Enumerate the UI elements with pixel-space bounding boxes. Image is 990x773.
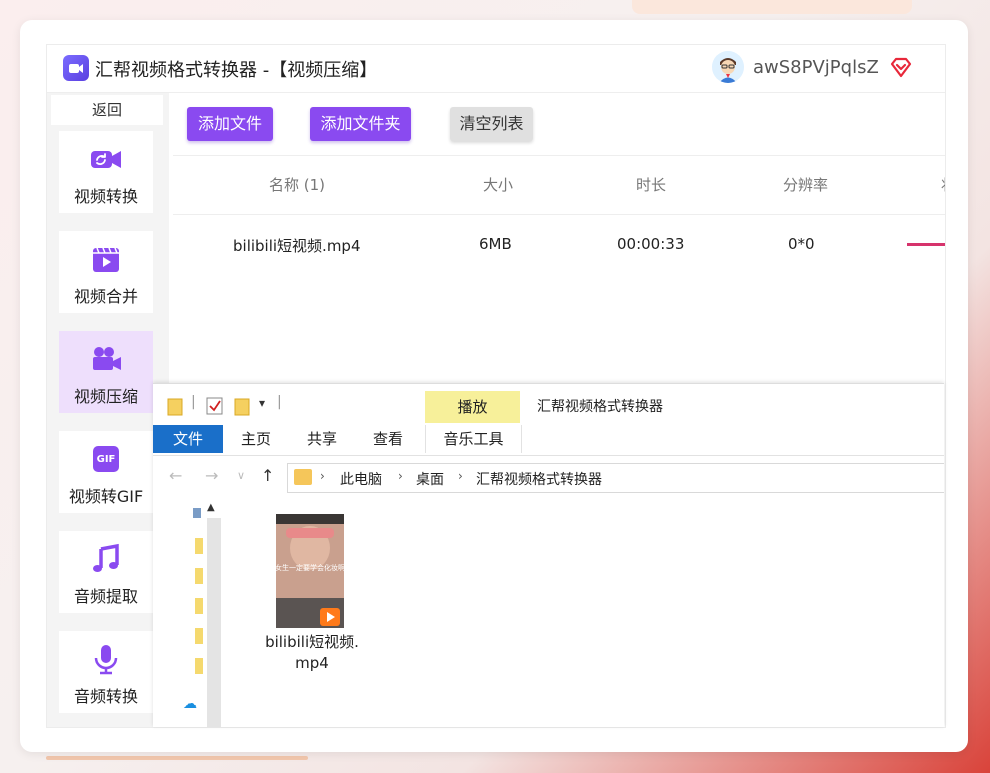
customize-quick-access-icon[interactable]: ▾ xyxy=(259,396,265,410)
sidebar-item-label: 音频转换 xyxy=(73,687,138,706)
breadcrumb-desktop[interactable]: 桌面 xyxy=(416,469,444,489)
sidebar-item-video-to-gif[interactable]: GIF 视频转GIF xyxy=(59,431,153,513)
sidebar-item-video-compress[interactable]: 视频压缩 xyxy=(59,331,153,413)
username[interactable]: awS8PVjPqlsZ xyxy=(753,57,879,78)
divider: | xyxy=(191,394,196,410)
clear-list-button[interactable]: 清空列表 xyxy=(450,107,533,141)
app-logo-icon xyxy=(63,55,89,81)
gif-icon: GIF xyxy=(90,443,122,475)
sidebar: 返回 视频转换 视频合并 视频压缩 GIF 视频转GIF 音频提取 音频转换 xyxy=(47,93,169,727)
new-folder-icon[interactable] xyxy=(234,396,250,420)
recent-locations-icon[interactable]: ∨ xyxy=(237,469,245,482)
file-name-line: bilibili短视频. xyxy=(265,633,359,651)
tab-view[interactable]: 查看 xyxy=(373,425,403,453)
back-button[interactable]: 返回 xyxy=(51,95,163,125)
title-bar: 汇帮视频格式转换器 -【视频压缩】 awS8PVjPqlsZ xyxy=(47,45,945,93)
status-progress-bar xyxy=(907,243,945,246)
ribbon-tabs: 文件 主页 共享 查看 音乐工具 xyxy=(153,425,944,456)
chevron-right-icon: › xyxy=(320,469,325,483)
sidebar-item-audio-extract[interactable]: 音频提取 xyxy=(59,531,153,613)
sidebar-item-audio-convert[interactable]: 音频转换 xyxy=(59,631,153,713)
tab-music-tools[interactable]: 音乐工具 xyxy=(425,425,522,453)
background-accent-line xyxy=(46,756,308,760)
scroll-up-icon[interactable]: ▲ xyxy=(207,502,215,513)
properties-check-icon[interactable] xyxy=(206,396,224,420)
explorer-window-title: 汇帮视频格式转换器 xyxy=(537,399,663,415)
address-bar[interactable]: › 此电脑 › 桌面 › 汇帮视频格式转换器 xyxy=(287,463,944,493)
sidebar-item-label: 视频转GIF xyxy=(68,487,144,506)
add-folder-button[interactable]: 添加文件夹 xyxy=(310,107,411,141)
file-item-label[interactable]: bilibili短视频. mp4 xyxy=(257,632,367,674)
breadcrumb-this-pc[interactable]: 此电脑 xyxy=(340,469,382,489)
breadcrumb-folder[interactable]: 汇帮视频格式转换器 xyxy=(476,469,602,489)
user-avatar[interactable] xyxy=(712,51,744,83)
ribbon-play-context[interactable]: 播放 xyxy=(425,391,520,423)
chevron-right-icon: › xyxy=(398,469,403,483)
file-duration-cell: 00:00:33 xyxy=(617,235,685,253)
thumbnail-caption: 女生一定要学会化妆啊 xyxy=(276,563,344,572)
column-header-status[interactable]: 状 xyxy=(941,174,945,195)
pc-icon xyxy=(193,508,201,518)
onedrive-cloud-icon[interactable]: ☁ xyxy=(183,696,197,712)
navigation-scrollbar[interactable] xyxy=(207,518,221,727)
tab-share[interactable]: 共享 xyxy=(307,425,337,453)
navigation-bar: ← → ∨ ↑ › 此电脑 › 桌面 › 汇帮视频格式转换器 xyxy=(153,458,944,494)
forward-arrow-icon[interactable]: → xyxy=(205,466,218,485)
column-header-size[interactable]: 大小 xyxy=(483,174,513,195)
folder-icon xyxy=(195,658,203,674)
folder-icon xyxy=(294,469,312,485)
video-merge-icon xyxy=(90,243,122,275)
folder-icon xyxy=(195,538,203,554)
music-note-icon xyxy=(90,543,122,575)
up-arrow-icon[interactable]: ↑ xyxy=(261,466,274,485)
add-file-button[interactable]: 添加文件 xyxy=(187,107,273,141)
divider: | xyxy=(277,394,282,410)
folder-icon xyxy=(167,396,183,420)
svg-text:GIF: GIF xyxy=(97,454,116,465)
sidebar-item-label: 视频合并 xyxy=(73,287,138,306)
navigation-pane: ▲ xyxy=(191,496,223,727)
sidebar-item-label: 视频压缩 xyxy=(73,387,138,406)
file-name-cell[interactable]: bilibili短视频.mp4 xyxy=(233,235,361,256)
sidebar-item-video-convert[interactable]: 视频转换 xyxy=(59,131,153,213)
window-title: 汇帮视频格式转换器 -【视频压缩】 xyxy=(95,60,378,81)
vip-diamond-icon[interactable] xyxy=(889,55,913,79)
sidebar-item-label: 音频提取 xyxy=(73,587,138,606)
folder-icon xyxy=(195,598,203,614)
folder-icon xyxy=(195,568,203,584)
tab-file[interactable]: 文件 xyxy=(153,425,223,453)
tab-home[interactable]: 主页 xyxy=(241,425,271,453)
table-header: 名称 (1) 大小 时长 分辨率 状 xyxy=(173,155,945,215)
column-header-name[interactable]: 名称 (1) xyxy=(269,174,325,195)
sidebar-item-label: 视频转换 xyxy=(73,187,138,206)
file-name-line: mp4 xyxy=(295,654,329,672)
file-resolution-cell: 0*0 xyxy=(788,235,815,253)
column-header-duration[interactable]: 时长 xyxy=(636,174,666,195)
folder-icon xyxy=(195,628,203,644)
file-size-cell: 6MB xyxy=(479,235,512,253)
video-convert-icon xyxy=(90,143,122,175)
file-explorer-window: | ▾ | 播放 汇帮视频格式转换器 文件 主页 共享 查看 音乐工具 ← → … xyxy=(153,383,944,727)
video-compress-icon xyxy=(90,343,122,375)
column-header-resolution[interactable]: 分辨率 xyxy=(783,174,828,195)
back-arrow-icon[interactable]: ← xyxy=(169,466,182,485)
sidebar-item-video-merge[interactable]: 视频合并 xyxy=(59,231,153,313)
chevron-right-icon: › xyxy=(458,469,463,483)
microphone-icon xyxy=(90,643,122,675)
video-thumbnail[interactable]: 女生一定要学会化妆啊 xyxy=(276,514,344,628)
background-tab xyxy=(632,0,912,14)
